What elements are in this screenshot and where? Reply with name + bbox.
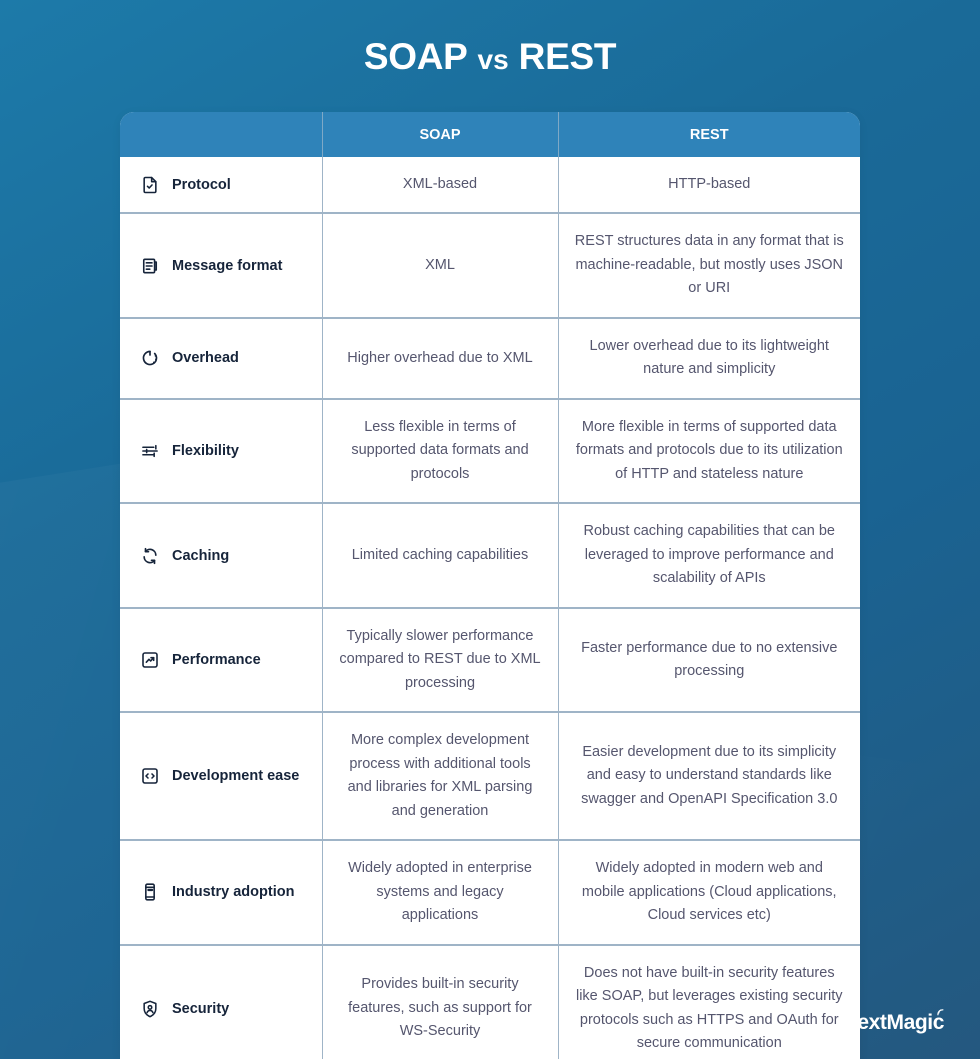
table-row: Security Provides built-in security feat…	[120, 943, 860, 1059]
page-title: SOAP vs REST	[0, 36, 980, 78]
soap-cell: Provides built-in security features, suc…	[322, 943, 559, 1059]
row-feature-cell: Security	[120, 943, 323, 1059]
soap-cell: XML	[322, 212, 559, 318]
header-rest: REST	[558, 112, 860, 157]
feature-label: Caching	[172, 547, 230, 564]
table-row: Message format XML REST structures data …	[120, 212, 860, 318]
feature-label: Message format	[172, 257, 283, 274]
rest-cell: More flexible in terms of supported data…	[558, 397, 860, 504]
table-row: Industry adoption Widely adopted in ente…	[120, 839, 860, 945]
feature-label: Performance	[172, 651, 261, 668]
feature-label: Security	[172, 1000, 230, 1017]
row-feature-cell: Development ease	[120, 711, 323, 841]
row-feature-cell: Message format	[120, 212, 323, 318]
rest-cell: HTTP-based	[558, 157, 860, 214]
row-feature-cell: Overhead	[120, 316, 323, 399]
document-lines-icon	[140, 256, 160, 276]
trending-up-icon	[140, 650, 160, 670]
feature-label: Overhead	[172, 350, 239, 367]
code-brackets-icon	[140, 766, 160, 786]
table-row: Flexibility Less flexible in terms of su…	[120, 397, 860, 504]
brand-logo: TextMagic	[846, 1009, 944, 1035]
row-feature-cell: Caching	[120, 502, 323, 608]
table-row: Overhead Higher overhead due to XML Lowe…	[120, 316, 860, 399]
page-title-right: REST	[518, 36, 617, 77]
signal-waves-icon	[935, 1006, 946, 1017]
row-feature-cell: Performance	[120, 606, 323, 713]
mobile-phone-icon	[140, 882, 160, 902]
page-title-left: SOAP	[363, 36, 468, 77]
table-row: Development ease More complex developmen…	[120, 711, 860, 841]
header-soap: SOAP	[322, 112, 559, 157]
soap-cell: XML-based	[322, 157, 559, 214]
feature-label: Development ease	[172, 768, 300, 785]
table-row: Performance Typically slower performance…	[120, 606, 860, 713]
rest-cell: Lower overhead due to its lightweight na…	[558, 316, 860, 399]
shield-user-icon	[140, 999, 160, 1019]
rest-cell: REST structures data in any format that …	[558, 212, 860, 318]
feature-label: Industry adoption	[172, 884, 295, 901]
table-header: SOAP REST	[120, 112, 860, 157]
soap-cell: Higher overhead due to XML	[322, 316, 559, 399]
table-header-row: SOAP REST	[120, 112, 860, 157]
rest-cell: Faster performance due to no extensive p…	[558, 606, 860, 713]
table-body: Protocol XML-based HTTP-based Message fo…	[120, 157, 860, 1059]
soap-cell: More complex development process with ad…	[322, 711, 559, 841]
loading-circle-icon	[140, 348, 160, 368]
infographic-canvas: SOAP vs REST SOAP REST Protocol XML-base…	[0, 0, 980, 1059]
comparison-table-card: SOAP REST Protocol XML-based HTTP-based …	[120, 112, 860, 1059]
rest-cell: Widely adopted in modern web and mobile …	[558, 839, 860, 945]
sliders-icon	[140, 441, 160, 461]
row-feature-cell: Flexibility	[120, 397, 323, 504]
rest-cell: Robust caching capabilities that can be …	[558, 502, 860, 608]
soap-cell: Widely adopted in enterprise systems and…	[322, 839, 559, 945]
soap-cell: Limited caching capabilities	[322, 502, 559, 608]
row-feature-cell: Protocol	[120, 157, 323, 214]
page-title-vs: vs	[477, 44, 509, 75]
refresh-sync-icon	[140, 546, 160, 566]
row-feature-cell: Industry adoption	[120, 839, 323, 945]
header-feature	[120, 112, 323, 157]
comparison-table: SOAP REST Protocol XML-based HTTP-based …	[120, 112, 860, 1059]
soap-cell: Less flexible in terms of supported data…	[322, 397, 559, 504]
table-row: Caching Limited caching capabilities Rob…	[120, 502, 860, 608]
soap-cell: Typically slower performance compared to…	[322, 606, 559, 713]
rest-cell: Easier development due to its simplicity…	[558, 711, 860, 841]
document-check-icon	[140, 175, 160, 195]
table-row: Protocol XML-based HTTP-based	[120, 157, 860, 214]
feature-label: Flexibility	[172, 443, 239, 460]
brand-logo-text: TextMagic	[846, 1011, 944, 1034]
feature-label: Protocol	[172, 176, 231, 193]
rest-cell: Does not have built-in security features…	[558, 943, 860, 1059]
